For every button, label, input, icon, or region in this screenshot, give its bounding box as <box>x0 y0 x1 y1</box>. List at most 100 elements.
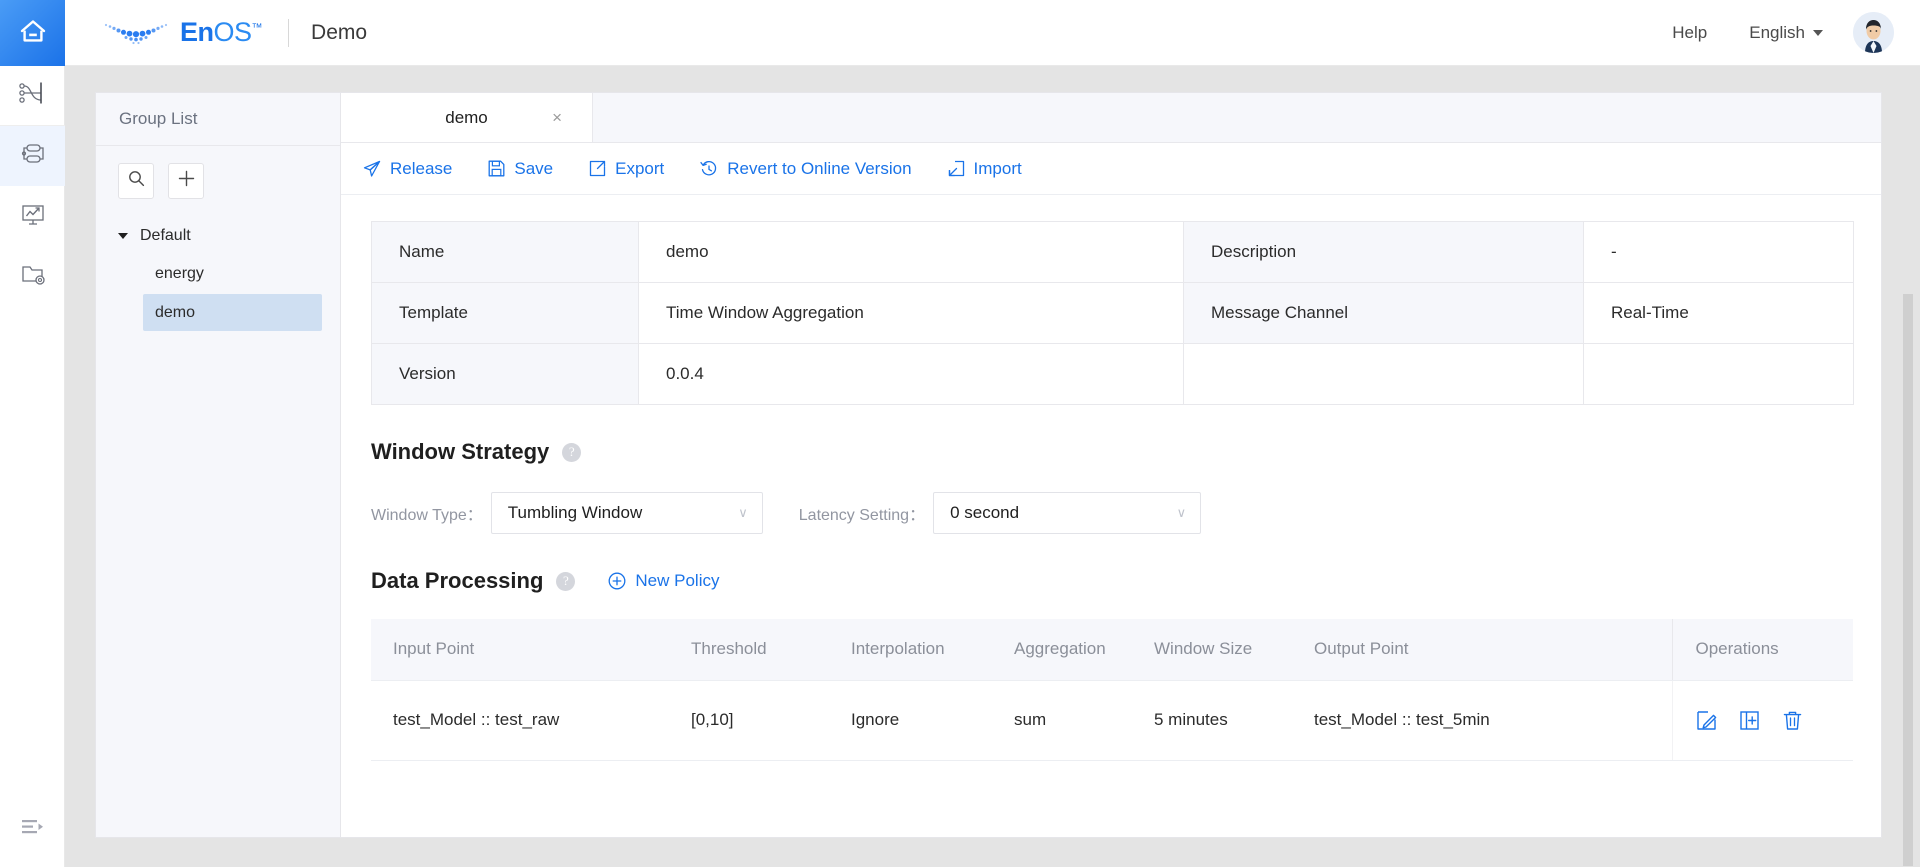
info-value-name: demo <box>638 221 1184 283</box>
policy-table: Input Point Threshold Interpolation Aggr… <box>371 619 1853 761</box>
add-group-button[interactable] <box>168 163 204 199</box>
cell-window-size: 5 minutes <box>1132 680 1292 761</box>
content-area: Name demo Description - Template Time Wi… <box>341 195 1881 837</box>
rail-item-resource-management[interactable] <box>0 246 65 306</box>
help-icon[interactable]: ? <box>556 571 576 591</box>
plus-circle-icon <box>608 572 626 590</box>
window-type-select[interactable]: Tumbling Window ∨ <box>490 492 763 534</box>
cell-output-point: test_Model :: test_5min <box>1292 680 1672 761</box>
home-icon <box>19 18 47 49</box>
brand-wordmark: EnOS™ <box>180 17 263 47</box>
data-processing-title: Data Processing <box>371 568 544 593</box>
window-type-field: Window Type： Tumbling Window ∨ <box>371 492 763 534</box>
rail-item-data-flow[interactable] <box>0 66 65 126</box>
tab-label: demo <box>445 107 488 127</box>
window-type-label: Window Type： <box>371 507 483 524</box>
export-icon <box>589 160 606 177</box>
info-label-description: Description <box>1183 221 1584 283</box>
tree-leaf-demo[interactable]: demo <box>143 294 322 331</box>
rail-item-home[interactable] <box>0 0 65 66</box>
group-list-header: Group List <box>96 93 340 146</box>
new-policy-button[interactable]: New Policy <box>608 571 720 591</box>
latency-setting-select[interactable]: 0 second ∨ <box>933 492 1202 534</box>
info-table: Name demo Description - Template Time Wi… <box>371 221 1854 405</box>
app-title: Demo <box>311 20 368 44</box>
table-row: test_Model :: test_raw [0,10] Ignore sum… <box>371 680 1853 761</box>
rail-item-stream-processing[interactable] <box>0 126 65 186</box>
brand-divider <box>288 18 290 47</box>
app-root: EnOS™ Demo Help English Group List Defau… <box>0 0 1920 867</box>
main-panel: demo × Release Save Export Revert to Onl… <box>340 92 1882 838</box>
chevron-down-icon: ∨ <box>1176 505 1187 520</box>
rail-collapse-button[interactable] <box>0 809 65 849</box>
revert-label: Revert to Online Version <box>727 158 912 178</box>
brand-os: OS <box>213 17 253 47</box>
language-selector[interactable]: English <box>1749 23 1823 43</box>
window-strategy-form: Window Type： Tumbling Window ∨ Latency S… <box>371 492 1851 534</box>
cell-threshold: [0,10] <box>669 680 829 761</box>
window-type-value: Tumbling Window <box>507 503 643 522</box>
info-value-message-channel: Real-Time <box>1583 282 1854 344</box>
info-value-empty <box>1583 343 1854 405</box>
plus-icon <box>178 170 195 192</box>
latency-setting-field: Latency Setting： 0 second ∨ <box>798 492 1202 534</box>
export-label: Export <box>615 158 665 178</box>
scrollbar-thumb[interactable] <box>1903 294 1913 866</box>
import-button[interactable]: Import <box>948 159 1022 179</box>
save-button[interactable]: Save <box>488 159 553 179</box>
cell-operations <box>1671 680 1853 761</box>
export-button[interactable]: Export <box>589 159 664 179</box>
left-rail <box>0 0 65 867</box>
group-tree: Default energy demo <box>96 219 340 331</box>
column-aggregation: Aggregation <box>992 619 1132 681</box>
table-header-row: Input Point Threshold Interpolation Aggr… <box>371 619 1853 681</box>
data-processing-header: Data Processing ? New Policy <box>371 568 1851 594</box>
chevron-down-icon[interactable] <box>118 233 128 239</box>
column-interpolation: Interpolation <box>829 619 992 681</box>
menu-expand-icon <box>21 818 45 841</box>
column-input-point: Input Point <box>371 619 669 681</box>
info-value-version: 0.0.4 <box>638 343 1184 405</box>
rail-item-monitor[interactable] <box>0 186 65 246</box>
monitor-icon <box>18 200 48 233</box>
edit-icon[interactable] <box>1696 710 1717 731</box>
revert-to-online-version-button[interactable]: Revert to Online Version <box>700 158 912 179</box>
close-icon[interactable]: × <box>552 109 562 126</box>
release-button[interactable]: Release <box>363 159 452 179</box>
latency-setting-label: Latency Setting： <box>798 507 926 524</box>
table-row: Name demo Description - <box>371 221 1854 283</box>
tab-demo[interactable]: demo × <box>341 93 593 142</box>
window-strategy-title: Window Strategy <box>371 439 550 464</box>
delete-icon[interactable] <box>1782 710 1803 731</box>
save-label: Save <box>514 158 554 178</box>
group-list-panel: Group List Default energy demo <box>95 92 340 838</box>
group-list-toolbar <box>96 146 340 199</box>
folder-settings-icon <box>18 260 48 293</box>
help-link[interactable]: Help <box>1672 23 1707 43</box>
avatar[interactable] <box>1853 12 1894 53</box>
latency-setting-value: 0 second <box>950 503 1020 522</box>
cell-input-point: test_Model :: test_raw <box>371 680 669 761</box>
tree-node-default[interactable]: Default <box>96 219 340 253</box>
help-icon[interactable]: ? <box>562 442 582 462</box>
column-output-point: Output Point <box>1292 619 1672 681</box>
cell-interpolation: Ignore <box>829 680 992 761</box>
duplicate-icon[interactable] <box>1739 710 1760 731</box>
language-label: English <box>1749 22 1805 42</box>
info-label-version: Version <box>371 343 639 405</box>
rail-item-list <box>0 66 65 306</box>
table-row: Template Time Window Aggregation Message… <box>371 282 1854 344</box>
tree-node-label: Default <box>140 227 191 244</box>
table-row: Version 0.0.4 <box>371 343 1854 405</box>
send-icon <box>363 160 381 178</box>
tree-leaf-label: demo <box>155 303 196 321</box>
action-toolbar: Release Save Export Revert to Online Ver… <box>341 143 1881 195</box>
top-bar-actions: Help English <box>1672 12 1894 53</box>
chevron-down-icon <box>1813 29 1823 36</box>
info-value-template: Time Window Aggregation <box>638 282 1184 344</box>
column-operations: Operations <box>1671 619 1853 681</box>
new-policy-label: New Policy <box>635 571 720 590</box>
search-button[interactable] <box>118 163 154 199</box>
info-label-name: Name <box>371 221 639 283</box>
tree-leaf-energy[interactable]: energy <box>143 255 322 292</box>
